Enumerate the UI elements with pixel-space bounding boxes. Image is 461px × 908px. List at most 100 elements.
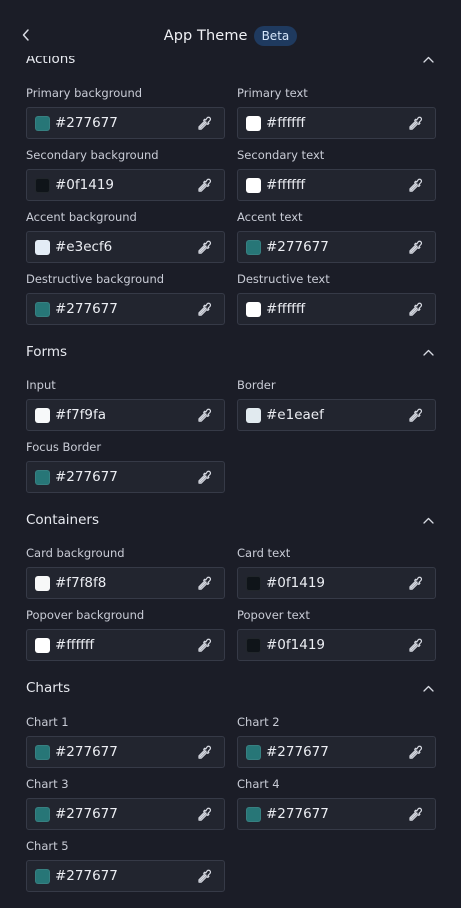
eyedropper-icon[interactable] bbox=[407, 178, 423, 194]
eyedropper-icon[interactable] bbox=[407, 302, 423, 318]
color-input[interactable]: #f7f8f8 bbox=[26, 567, 225, 599]
eyedropper-icon[interactable] bbox=[407, 638, 423, 654]
collapse-charts-button[interactable] bbox=[421, 681, 435, 695]
field-label: Destructive background bbox=[26, 272, 165, 286]
color-swatch[interactable] bbox=[35, 469, 50, 485]
color-swatch[interactable] bbox=[35, 637, 50, 653]
color-hex-value: #277677 bbox=[55, 744, 118, 760]
eyedropper-icon[interactable] bbox=[196, 576, 212, 592]
eyedropper-icon[interactable] bbox=[196, 470, 212, 486]
color-swatch[interactable] bbox=[246, 744, 261, 760]
color-swatch[interactable] bbox=[35, 115, 50, 131]
field-chart-2: Chart 2 #277677 bbox=[237, 714, 436, 768]
color-input[interactable]: #ffffff bbox=[237, 169, 436, 201]
color-input[interactable]: #277677 bbox=[26, 461, 225, 493]
color-input[interactable]: #0f1419 bbox=[237, 567, 436, 599]
color-hex-value: #f7f8f8 bbox=[55, 575, 107, 591]
field-chart-4: Chart 4 #277677 bbox=[237, 776, 436, 830]
color-input[interactable]: #e1eaef bbox=[237, 399, 436, 431]
eyedropper-icon[interactable] bbox=[196, 745, 212, 761]
eyedropper-icon[interactable] bbox=[196, 408, 212, 424]
section-title: Charts bbox=[26, 680, 71, 696]
color-swatch[interactable] bbox=[35, 301, 50, 317]
color-swatch[interactable] bbox=[246, 575, 261, 591]
field-card-background: Card background #f7f8f8 bbox=[26, 545, 225, 599]
color-swatch[interactable] bbox=[246, 177, 261, 193]
eyedropper-icon[interactable] bbox=[196, 116, 212, 132]
color-hex-value: #277677 bbox=[55, 806, 118, 822]
color-input[interactable]: #ffffff bbox=[237, 107, 436, 139]
color-input[interactable]: #277677 bbox=[26, 107, 225, 139]
color-swatch[interactable] bbox=[35, 407, 50, 423]
color-swatch[interactable] bbox=[246, 239, 261, 255]
color-input[interactable]: #0f1419 bbox=[237, 629, 436, 661]
section-title: Forms bbox=[26, 344, 68, 360]
color-input[interactable]: #277677 bbox=[237, 231, 436, 263]
color-hex-value: #277677 bbox=[55, 301, 118, 317]
eyedropper-icon[interactable] bbox=[407, 116, 423, 132]
color-hex-value: #e1eaef bbox=[266, 407, 324, 423]
field-label: Chart 2 bbox=[237, 715, 280, 729]
field-label: Border bbox=[237, 378, 276, 392]
color-swatch[interactable] bbox=[35, 575, 50, 591]
field-label: Input bbox=[26, 378, 56, 392]
color-hex-value: #ffffff bbox=[266, 177, 306, 193]
color-swatch[interactable] bbox=[35, 868, 50, 884]
field-label: Card text bbox=[237, 546, 291, 560]
eyedropper-icon[interactable] bbox=[407, 807, 423, 823]
field-border: Border #e1eaef bbox=[237, 377, 436, 431]
chevron-up-icon bbox=[422, 685, 434, 692]
field-label: Popover background bbox=[26, 608, 145, 622]
field-label: Secondary text bbox=[237, 148, 325, 162]
eyedropper-icon[interactable] bbox=[196, 178, 212, 194]
field-label: Destructive text bbox=[237, 272, 330, 286]
color-swatch[interactable] bbox=[246, 407, 261, 423]
eyedropper-icon[interactable] bbox=[196, 240, 212, 256]
color-input[interactable]: #ffffff bbox=[237, 293, 436, 325]
color-swatch[interactable] bbox=[35, 744, 50, 760]
field-chart-5: Chart 5 #277677 bbox=[26, 838, 225, 892]
color-input[interactable]: #277677 bbox=[237, 798, 436, 830]
field-chart-3: Chart 3 #277677 bbox=[26, 776, 225, 830]
field-label: Chart 1 bbox=[26, 715, 69, 729]
color-swatch[interactable] bbox=[246, 115, 261, 131]
chevron-up-icon bbox=[422, 56, 434, 63]
field-card-text: Card text #0f1419 bbox=[237, 545, 436, 599]
eyedropper-icon[interactable] bbox=[196, 869, 212, 885]
eyedropper-icon[interactable] bbox=[407, 240, 423, 256]
color-hex-value: #277677 bbox=[266, 239, 329, 255]
collapse-containers-button[interactable] bbox=[421, 513, 435, 527]
field-popover-text: Popover text #0f1419 bbox=[237, 607, 436, 661]
color-swatch[interactable] bbox=[35, 177, 50, 193]
eyedropper-icon[interactable] bbox=[196, 807, 212, 823]
color-input[interactable]: #f7f9fa bbox=[26, 399, 225, 431]
field-accent-text: Accent text #277677 bbox=[237, 209, 436, 263]
color-input[interactable]: #ffffff bbox=[26, 629, 225, 661]
color-hex-value: #277677 bbox=[55, 868, 118, 884]
eyedropper-icon[interactable] bbox=[407, 408, 423, 424]
eyedropper-icon[interactable] bbox=[196, 302, 212, 318]
field-label: Chart 4 bbox=[237, 777, 280, 791]
field-popover-background: Popover background #ffffff bbox=[26, 607, 225, 661]
color-input[interactable]: #277677 bbox=[26, 798, 225, 830]
color-input[interactable]: #277677 bbox=[237, 736, 436, 768]
top-bar: App Theme Beta bbox=[0, 0, 461, 56]
color-input[interactable]: #e3ecf6 bbox=[26, 231, 225, 263]
color-input[interactable]: #0f1419 bbox=[26, 169, 225, 201]
color-swatch[interactable] bbox=[246, 637, 261, 653]
color-input[interactable]: #277677 bbox=[26, 293, 225, 325]
color-swatch[interactable] bbox=[35, 239, 50, 255]
color-swatch[interactable] bbox=[246, 301, 261, 317]
eyedropper-icon[interactable] bbox=[407, 576, 423, 592]
field-label: Card background bbox=[26, 546, 125, 560]
color-swatch[interactable] bbox=[35, 806, 50, 822]
color-input[interactable]: #277677 bbox=[26, 736, 225, 768]
eyedropper-icon[interactable] bbox=[407, 745, 423, 761]
header: App Theme Beta bbox=[0, 23, 461, 49]
color-swatch[interactable] bbox=[246, 806, 261, 822]
color-input[interactable]: #277677 bbox=[26, 860, 225, 892]
collapse-forms-button[interactable] bbox=[421, 345, 435, 359]
chevron-up-icon bbox=[422, 517, 434, 524]
eyedropper-icon[interactable] bbox=[196, 638, 212, 654]
field-label: Secondary background bbox=[26, 148, 159, 162]
